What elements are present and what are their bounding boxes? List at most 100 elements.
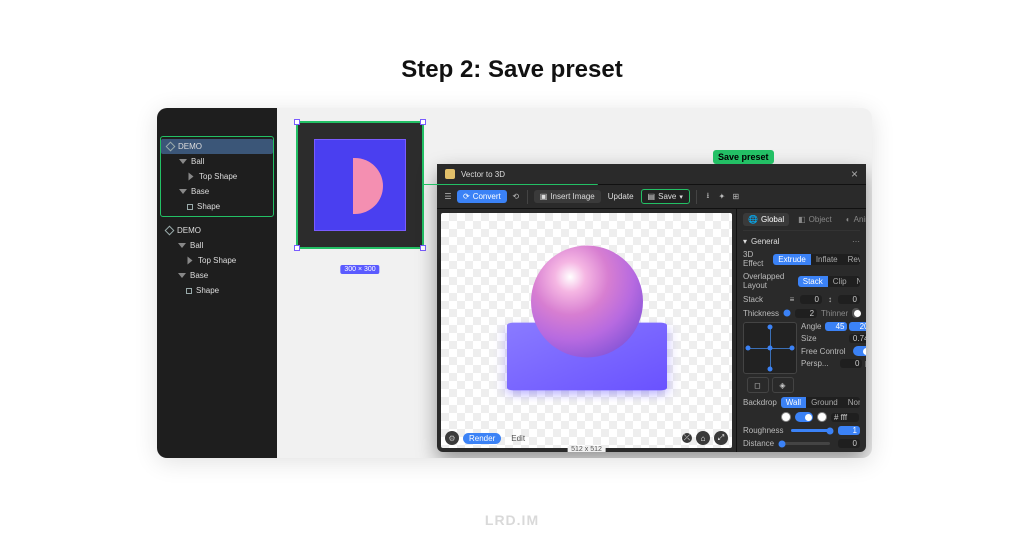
opt-revolve[interactable]: Revolve [843,254,860,265]
input-angle-a[interactable]: 45 [825,322,847,331]
tab-global[interactable]: 🌐Global [743,213,789,226]
opt-clip[interactable]: Clip [828,276,852,287]
layer-frame-demo-2[interactable]: DEMO [160,223,274,238]
render-button[interactable]: Render [463,433,501,444]
sparkle-icon[interactable]: ✦ [717,192,727,202]
render-canvas[interactable]: ⚙ Render Edit ⤫ ⌂ ⤢ [441,213,732,448]
layer-base[interactable]: Base [161,184,273,199]
stack-mode-icon[interactable]: ≡ [787,294,797,304]
download-icon[interactable]: ⭳ [703,192,713,202]
shape-icon [187,204,193,210]
toggle-thinner[interactable] [852,308,860,318]
label-stack: Stack [743,295,763,304]
frame-dimensions: 300 × 300 [340,265,379,274]
tab-object[interactable]: ◧Object [793,213,837,226]
label-perspective: Persp... [801,359,829,368]
view-iso-button[interactable]: ◈ [772,377,794,393]
layer-label: Shape [196,286,219,295]
refresh-icon[interactable]: ⟲ [511,192,521,202]
label-thickness: Thickness [743,309,779,318]
input-angle-b[interactable]: 20 [849,322,866,331]
edit-button[interactable]: Edit [505,433,531,444]
canvas-selected-frame[interactable]: 300 × 300 [296,121,424,249]
angle-control[interactable] [743,322,797,374]
resize-handle[interactable] [294,245,300,251]
label-backdrop: Backdrop [743,398,777,407]
opt-wall[interactable]: Wall [781,397,806,408]
save-preset-button[interactable]: ▤Save▾ [641,189,690,204]
layer-base[interactable]: Base [160,268,274,283]
frame-icon [165,226,175,236]
layer-ball[interactable]: Ball [160,238,274,253]
layer-shape[interactable]: Shape [160,283,274,298]
input-persp[interactable]: 0 [840,359,862,368]
insert-image-button[interactable]: ▣Insert Image [534,190,601,203]
section-general[interactable]: ▾General⋯ [743,237,860,246]
label-distance: Distance [743,439,774,448]
plugin-toolbar: ☰ ⟳Convert ⟲ ▣Insert Image Update ▤Save▾… [437,185,866,209]
seg-overlap[interactable]: Stack Clip None [798,276,860,287]
layer-label: DEMO [177,226,201,235]
resize-handle[interactable] [294,119,300,125]
label-size: Size [801,334,817,343]
caret-icon [188,257,193,265]
view-front-button[interactable]: ◻ [747,377,769,393]
caret-icon [178,243,186,248]
stack-dir-icon[interactable]: ↕ [825,294,835,304]
input-size[interactable]: 0.74 [849,334,866,343]
opt-none2[interactable]: None [843,397,860,408]
layer-top-shape[interactable]: Top Shape [160,253,274,268]
plugin-window: Vector to 3D × ☰ ⟳Convert ⟲ ▣Insert Imag… [437,164,866,452]
toggle-free-control[interactable] [853,346,866,356]
slider-roughness[interactable] [791,429,830,432]
layer-frame-demo[interactable]: DEMO [161,139,273,154]
settings-icon[interactable]: ⚙ [445,431,459,445]
grid-icon[interactable]: ⊞ [731,192,741,202]
watermark: LRD.IM [0,512,1024,528]
input-distance[interactable]: 0 [838,439,860,448]
opt-ground[interactable]: Ground [806,397,843,408]
input-stack[interactable]: 0 [800,295,822,304]
layer-top-shape[interactable]: Top Shape [161,169,273,184]
caret-icon [189,173,194,181]
inspector-panel: 🌐Global ◧Object ◐Animation ▾General⋯ 3D … [736,209,866,452]
camera-icon[interactable]: ⌂ [696,431,710,445]
layer-label: Base [191,187,209,196]
plugin-titlebar[interactable]: Vector to 3D × [437,164,866,185]
opt-stack[interactable]: Stack [798,276,828,287]
layers-list-icon[interactable]: ☰ [443,192,453,202]
layer-label: Base [190,271,208,280]
layer-label: Shape [197,202,220,211]
seg-backdrop[interactable]: Wall Ground None [781,397,860,408]
tab-animation[interactable]: ◐Animation [841,213,866,226]
plugin-canvas-area: Done in 4s ‹ ⌕ ˅DEMO▣ ˅Ball▣ ▹Top Shape … [437,209,736,452]
input-thickness[interactable]: 2 [795,309,817,318]
label-3d-effect: 3D Effect [743,250,769,268]
expand-icon[interactable]: ⤢ [714,431,728,445]
label-roughness: Roughness [743,426,783,435]
label-free-control: Free Control [801,347,845,356]
save-preset-callout: Save preset [713,150,774,164]
layer-shape[interactable]: Shape [161,199,273,214]
persp-lock-icon[interactable] [865,361,866,367]
opt-inflate[interactable]: Inflate [811,254,843,265]
input-roughness[interactable]: 1 [838,426,860,435]
update-button[interactable]: Update [605,190,637,203]
toggle-backdrop-color[interactable] [795,412,813,422]
opt-extrude[interactable]: Extrude [773,254,811,265]
resize-handle[interactable] [420,119,426,125]
convert-button[interactable]: ⟳Convert [457,190,507,203]
caret-icon [179,189,187,194]
resize-handle[interactable] [420,245,426,251]
opt-none[interactable]: None [852,276,860,287]
seg-3d-effect[interactable]: Extrude Inflate Revolve [773,254,860,265]
swatch-wall[interactable] [817,412,827,422]
swatch-env[interactable] [781,412,791,422]
layer-ball[interactable]: Ball [161,154,273,169]
slider-distance[interactable] [782,442,830,445]
layer-group-selected[interactable]: DEMO Ball Top Shape Base Shape [160,136,274,217]
close-icon[interactable]: × [851,168,858,180]
lock-icon[interactable]: ⤫ [682,433,692,443]
input-stack-b[interactable]: 0 [838,295,860,304]
input-color-hex[interactable]: # fff [831,413,859,422]
